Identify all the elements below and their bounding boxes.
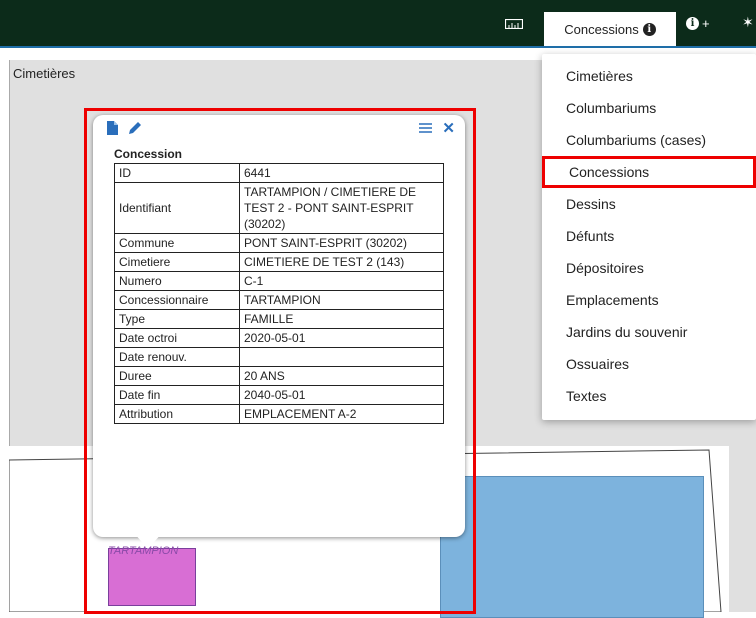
layer-label: Cimetières [13,66,76,81]
info-icon: i [686,17,699,30]
menu-item-defunts[interactable]: Défunts [542,220,756,252]
magic-wand-icon[interactable]: ✶ [742,14,754,31]
menu-item-ossuaires[interactable]: Ossuaires [542,348,756,380]
menu-item-columbariums[interactable]: Columbariums [542,92,756,124]
info-plus-button[interactable]: i + [686,16,710,31]
menu-item-cimetieres[interactable]: Cimetières [542,60,756,92]
ruler-icon [505,19,523,29]
menu-item-jardins[interactable]: Jardins du souvenir [542,316,756,348]
highlight-frame [84,108,476,614]
map-parcel-blue[interactable] [440,476,704,618]
tab-concessions[interactable]: Concessions i [544,12,676,46]
menu-item-textes[interactable]: Textes [542,380,756,412]
info-plus-label: + [702,16,710,31]
measure-button[interactable] [494,12,534,36]
menu-item-depositoires[interactable]: Dépositoires [542,252,756,284]
tab-concessions-label: Concessions [564,21,639,37]
menu-item-emplacements[interactable]: Emplacements [542,284,756,316]
menu-item-dessins[interactable]: Dessins [542,188,756,220]
menu-item-columbariums-cases[interactable]: Columbariums (cases) [542,124,756,156]
info-circle-icon: i [642,22,656,36]
menu-item-concessions[interactable]: Concessions [542,156,756,188]
layer-dropdown-menu: Cimetières Columbariums Columbariums (ca… [542,54,756,420]
top-toolbar: Concessions i i + ✶ [0,0,756,48]
